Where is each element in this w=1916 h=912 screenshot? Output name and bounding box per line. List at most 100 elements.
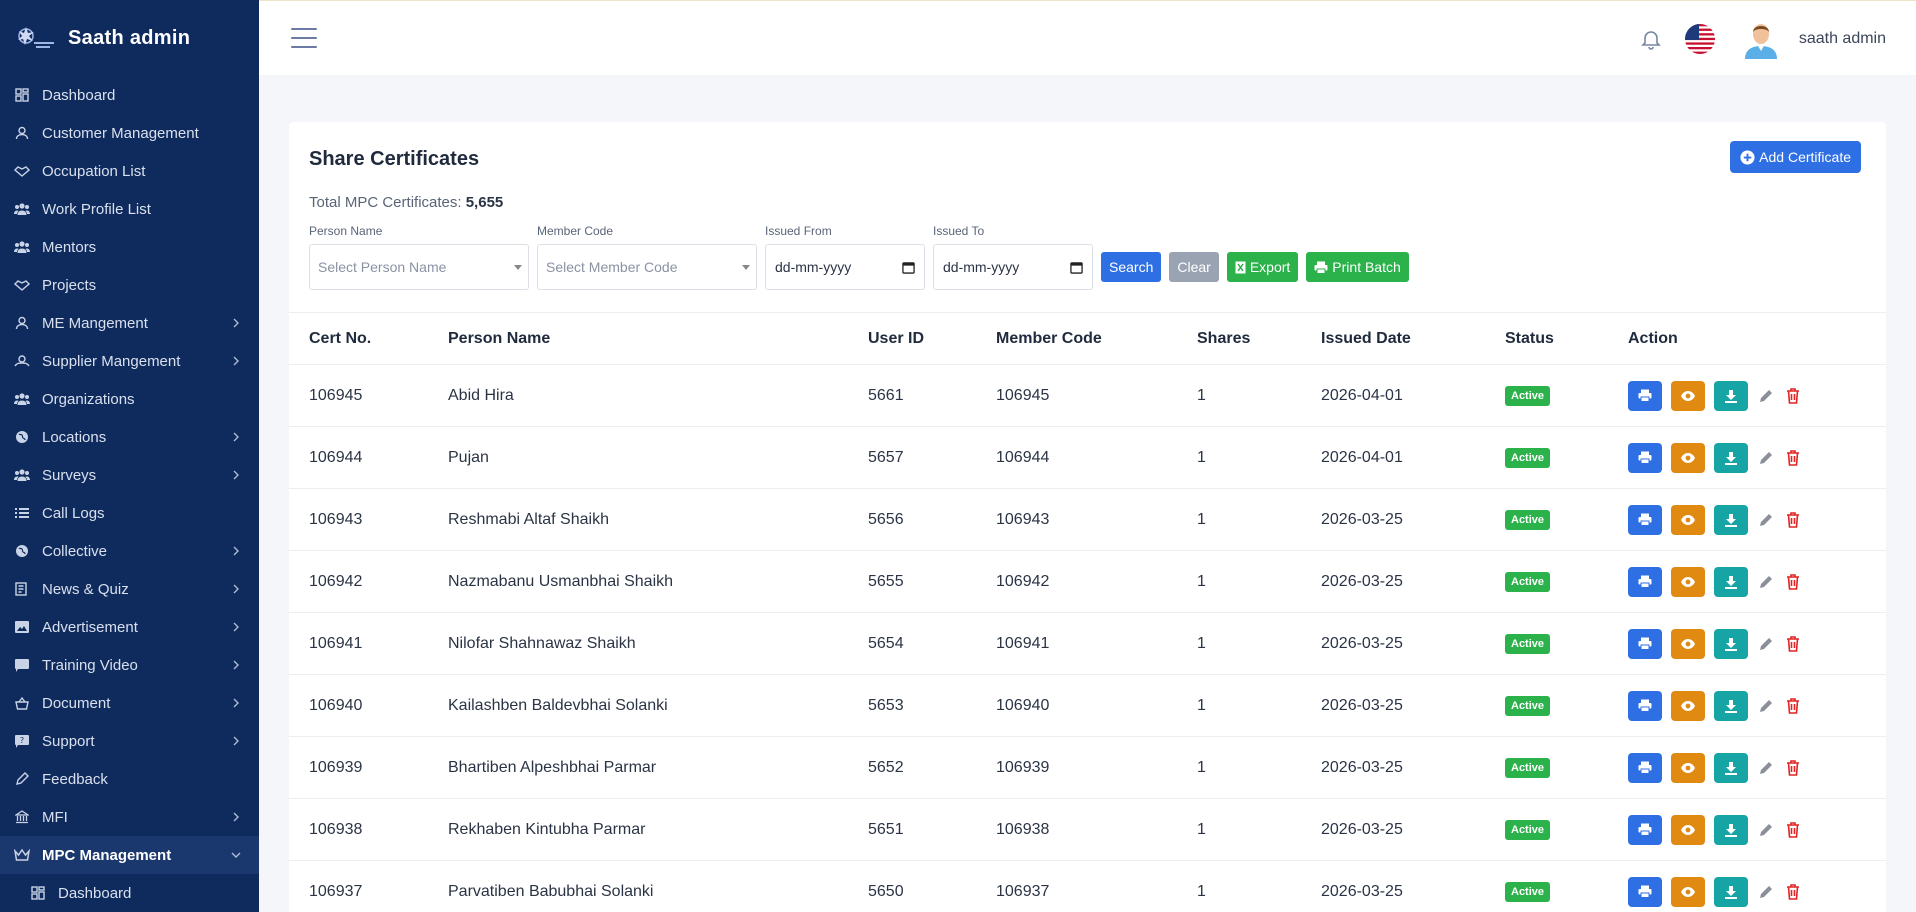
sidebar-item-organizations[interactable]: Organizations [0, 380, 259, 418]
print-button[interactable] [1628, 814, 1662, 845]
download-button[interactable] [1714, 566, 1748, 597]
bell-icon[interactable] [1639, 27, 1663, 51]
print-button[interactable] [1628, 566, 1662, 597]
sidebar-item-advertisement[interactable]: Advertisement [0, 608, 259, 646]
sidebar-item-supplier-mangement[interactable]: Supplier Mangement [0, 342, 259, 380]
view-button[interactable] [1671, 566, 1705, 597]
sidebar-item-dashboard[interactable]: Dashboard [0, 76, 259, 114]
sidebar-item-me-mangement[interactable]: ME Mangement [0, 304, 259, 342]
brand[interactable]: Saath admin [0, 0, 259, 76]
sidebar-item-document[interactable]: Document [0, 684, 259, 722]
edit-icon[interactable] [1757, 573, 1775, 591]
download-button[interactable] [1714, 628, 1748, 659]
calendar-icon[interactable] [1070, 261, 1083, 274]
printer-icon [1314, 261, 1328, 274]
issued-from-placeholder: dd-mm-yyyy [775, 259, 852, 275]
delete-icon[interactable] [1784, 387, 1802, 405]
print-button[interactable] [1628, 876, 1662, 907]
sidebar-item-locations[interactable]: Locations [0, 418, 259, 456]
calendar-icon[interactable] [902, 261, 915, 274]
sidebar-item-label: Call Logs [42, 504, 105, 522]
sidebar-item-mpc-management[interactable]: MPC Management [0, 836, 259, 874]
print-batch-button[interactable]: Print Batch [1306, 252, 1409, 282]
sidebar-item-customer-management[interactable]: Customer Management [0, 114, 259, 152]
list-icon [14, 505, 30, 521]
view-button[interactable] [1671, 380, 1705, 411]
eye-icon [1681, 576, 1695, 587]
sidebar-item-dashboard-sub[interactable]: Dashboard [0, 874, 259, 912]
sidebar-item-mentors[interactable]: Mentors [0, 228, 259, 266]
delete-icon[interactable] [1784, 759, 1802, 777]
delete-icon[interactable] [1784, 697, 1802, 715]
view-button[interactable] [1671, 628, 1705, 659]
edit-icon[interactable] [1757, 635, 1775, 653]
download-button[interactable] [1714, 504, 1748, 535]
shares-cell: 1 [1197, 820, 1206, 838]
sidebar-item-support[interactable]: ? Support [0, 722, 259, 760]
download-button[interactable] [1714, 814, 1748, 845]
download-button[interactable] [1714, 442, 1748, 473]
view-button[interactable] [1671, 876, 1705, 907]
print-button[interactable] [1628, 504, 1662, 535]
issued-to-input[interactable]: dd-mm-yyyy [933, 244, 1093, 290]
add-certificate-button[interactable]: Add Certificate [1730, 141, 1861, 173]
view-button[interactable] [1671, 690, 1705, 721]
search-button[interactable]: Search [1101, 252, 1162, 282]
edit-icon[interactable] [1757, 821, 1775, 839]
delete-icon[interactable] [1784, 573, 1802, 591]
menu-toggle-icon[interactable] [291, 28, 317, 48]
row-actions [1628, 504, 1802, 535]
issued-from-input[interactable]: dd-mm-yyyy [765, 244, 925, 290]
view-button[interactable] [1671, 442, 1705, 473]
view-button[interactable] [1671, 814, 1705, 845]
view-button[interactable] [1671, 504, 1705, 535]
chevron-right-icon [229, 354, 243, 368]
sidebar-item-training-video[interactable]: Training Video [0, 646, 259, 684]
print-button[interactable] [1628, 690, 1662, 721]
member-code-cell: 106944 [996, 448, 1050, 466]
edit-icon[interactable] [1757, 759, 1775, 777]
avatar[interactable] [1741, 19, 1781, 59]
export-button[interactable]: Export [1226, 252, 1299, 282]
delete-icon[interactable] [1784, 635, 1802, 653]
sidebar-item-feedback[interactable]: Feedback [0, 760, 259, 798]
person-select[interactable]: Select Person Name [309, 244, 529, 290]
edit-icon[interactable] [1757, 449, 1775, 467]
header-action: Action [1628, 329, 1678, 347]
download-button[interactable] [1714, 380, 1748, 411]
edit-icon[interactable] [1757, 883, 1775, 901]
edit-icon[interactable] [1757, 387, 1775, 405]
sidebar-item-surveys[interactable]: Surveys [0, 456, 259, 494]
view-button[interactable] [1671, 752, 1705, 783]
delete-icon[interactable] [1784, 821, 1802, 839]
delete-icon[interactable] [1784, 511, 1802, 529]
download-button[interactable] [1714, 876, 1748, 907]
sidebar-item-occupation-list[interactable]: Occupation List [0, 152, 259, 190]
delete-icon[interactable] [1784, 883, 1802, 901]
sidebar-item-news-quiz[interactable]: News & Quiz [0, 570, 259, 608]
clear-button[interactable]: Clear [1169, 252, 1219, 282]
eye-icon [1681, 390, 1695, 401]
download-button[interactable] [1714, 752, 1748, 783]
edit-icon[interactable] [1757, 697, 1775, 715]
logo-icon [16, 24, 56, 52]
sidebar-item-label: MFI [42, 808, 68, 826]
sidebar-item-projects[interactable]: Projects [0, 266, 259, 304]
header-issued-date: Issued Date [1321, 329, 1411, 347]
edit-icon[interactable] [1757, 511, 1775, 529]
total-label: Total MPC Certificates: [309, 194, 462, 211]
sidebar-item-collective[interactable]: Collective [0, 532, 259, 570]
username[interactable]: saath admin [1799, 30, 1886, 48]
sidebar-item-call-logs[interactable]: Call Logs [0, 494, 259, 532]
us-flag-icon[interactable] [1684, 23, 1715, 54]
delete-icon[interactable] [1784, 449, 1802, 467]
sidebar-item-mfi[interactable]: MFI [0, 798, 259, 836]
download-button[interactable] [1714, 690, 1748, 721]
print-button[interactable] [1628, 628, 1662, 659]
sidebar-item-work-profile-list[interactable]: Work Profile List [0, 190, 259, 228]
print-button[interactable] [1628, 442, 1662, 473]
print-button[interactable] [1628, 380, 1662, 411]
print-button[interactable] [1628, 752, 1662, 783]
status-badge: Active [1505, 881, 1551, 902]
member-select[interactable]: Select Member Code [537, 244, 757, 290]
